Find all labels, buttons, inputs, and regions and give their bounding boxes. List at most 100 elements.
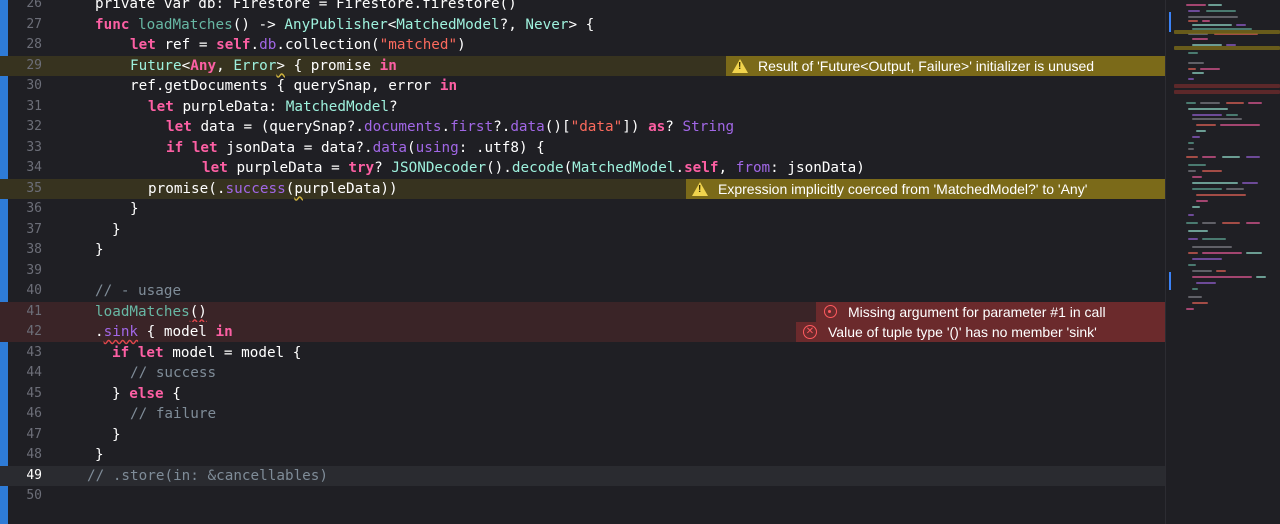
code-text[interactable]: loadMatches() <box>95 302 207 322</box>
code-line[interactable]: 28 let ref = self.db.collection("matched"… <box>0 35 1165 55</box>
code-line[interactable]: 32 let data = (querySnap?.documents.first… <box>0 117 1165 137</box>
code-text[interactable]: let data = (querySnap?.documents.first?.… <box>166 117 734 137</box>
code-line[interactable]: 27 func loadMatches() -> AnyPublisher<Mat… <box>0 15 1165 35</box>
line-number[interactable]: 31 <box>0 97 42 117</box>
line-number[interactable]: 26 <box>0 0 42 14</box>
minimap-line <box>1202 238 1226 240</box>
line-number[interactable]: 40 <box>0 281 42 301</box>
code-line[interactable]: 29 Future<Any, Error> { promise in Result … <box>0 55 1165 76</box>
warning-annotation[interactable]: Result of 'Future<Output, Failure>' init… <box>726 55 1165 76</box>
error-annotation[interactable]: ✕ Value of tuple type '()' has no member … <box>796 322 1165 342</box>
line-number[interactable]: 29 <box>0 56 42 76</box>
code-text[interactable]: if let jsonData = data?.data(using: .utf… <box>166 138 545 158</box>
error-x-icon[interactable]: ✕ <box>796 322 824 342</box>
code-token: < <box>387 16 397 33</box>
line-number[interactable]: 35 <box>0 179 42 199</box>
minimap[interactable] <box>1165 0 1280 524</box>
code-text[interactable]: // - usage <box>95 281 181 301</box>
line-number[interactable]: 47 <box>0 425 42 445</box>
code-token: first <box>450 119 494 135</box>
line-number[interactable]: 41 <box>0 302 42 322</box>
code-text[interactable]: Future<Any, Error> { promise in <box>130 56 397 76</box>
code-token: ( <box>407 139 416 156</box>
line-number[interactable]: 27 <box>0 15 42 35</box>
line-number[interactable]: 28 <box>0 35 42 55</box>
minimap-diagnostic-band <box>1174 90 1280 94</box>
code-line[interactable]: 41 loadMatches() Missing argument for para… <box>0 301 1165 322</box>
code-line[interactable]: 36} <box>0 199 1165 219</box>
minimap-line <box>1188 230 1208 232</box>
line-number[interactable]: 50 <box>0 486 42 506</box>
code-line[interactable]: 40 // - usage <box>0 281 1165 301</box>
error-annotation[interactable]: Missing argument for parameter #1 in cal… <box>816 301 1165 322</box>
code-line[interactable]: 42 .sink { model in ✕ Value of tuple type '… <box>0 322 1165 342</box>
source-editor[interactable]: 26 private var db: Firestore = Firestore.… <box>0 0 1165 524</box>
code-text[interactable]: // failure <box>130 404 216 424</box>
code-text[interactable]: let ref = self.db.collection("matched") <box>130 35 466 55</box>
code-token: .collection( <box>276 37 380 53</box>
line-number[interactable]: 46 <box>0 404 42 424</box>
code-line[interactable]: 44 // success <box>0 363 1165 383</box>
code-line[interactable]: 37} <box>0 220 1165 240</box>
line-number[interactable]: 42 <box>0 322 42 342</box>
code-line[interactable]: 34 let purpleData = try? JSONDecoder().de… <box>0 158 1165 178</box>
code-line[interactable]: 38} <box>0 240 1165 260</box>
code-token: AnyPublisher <box>284 16 388 33</box>
code-text[interactable]: } <box>112 220 121 240</box>
code-text[interactable]: } <box>112 425 121 445</box>
code-token: p <box>294 180 303 197</box>
warning-icon[interactable] <box>726 56 754 76</box>
code-line[interactable]: 48} <box>0 445 1165 465</box>
code-line[interactable]: 31 let purpleData: MatchedModel? <box>0 97 1165 117</box>
code-text[interactable]: } <box>95 240 104 260</box>
code-text[interactable]: let purpleData = try? JSONDecoder().deco… <box>202 158 865 178</box>
code-text[interactable]: promise(.success(purpleData)) <box>148 179 398 199</box>
minimap-change-marker <box>1169 272 1171 290</box>
minimap-line <box>1226 114 1238 116</box>
line-number[interactable]: 32 <box>0 117 42 137</box>
line-number[interactable]: 45 <box>0 384 42 404</box>
code-text[interactable]: let purpleData: MatchedModel? <box>148 97 398 117</box>
line-number[interactable]: 33 <box>0 138 42 158</box>
code-line[interactable]: 50 <box>0 486 1165 506</box>
line-number[interactable]: 39 <box>0 261 42 281</box>
minimap-line <box>1192 188 1222 190</box>
code-text[interactable]: } <box>130 199 139 219</box>
line-number[interactable]: 38 <box>0 240 42 260</box>
code-line[interactable]: 46 // failure <box>0 404 1165 424</box>
line-number[interactable]: 44 <box>0 363 42 383</box>
code-text[interactable]: } <box>95 445 104 465</box>
code-token: else <box>129 385 164 402</box>
minimap-line <box>1202 252 1242 254</box>
code-line[interactable]: 47} <box>0 425 1165 445</box>
code-line[interactable]: 35 promise(.success(purpleData)) Expressio… <box>0 178 1165 199</box>
code-text[interactable]: func loadMatches() -> AnyPublisher<Match… <box>95 15 594 35</box>
line-number[interactable]: 49 <box>0 466 42 486</box>
code-token: in <box>379 57 397 74</box>
warning-icon[interactable] <box>686 179 714 199</box>
line-number[interactable]: 37 <box>0 220 42 240</box>
code-line[interactable]: 26 private var db: Firestore = Firestore.… <box>0 0 1165 14</box>
minimap-line <box>1188 164 1206 166</box>
code-line[interactable]: 39 <box>0 261 1165 281</box>
code-text[interactable]: private var db: Firestore = Firestore.fi… <box>95 0 517 14</box>
code-text[interactable]: .sink { model in <box>95 322 233 342</box>
code-text[interactable]: ref.getDocuments { querySnap, error in <box>130 76 457 96</box>
line-number[interactable]: 48 <box>0 445 42 465</box>
code-token: } <box>95 447 104 463</box>
warning-annotation[interactable]: Expression implicitly coerced from 'Matc… <box>686 178 1165 199</box>
code-line[interactable]: 30 ref.getDocuments { querySnap, error in <box>0 76 1165 96</box>
error-circle-icon[interactable] <box>816 302 844 322</box>
code-line[interactable]: 49 // .store(in: &cancellables) <box>0 465 1165 486</box>
code-line[interactable]: 45 } else { <box>0 384 1165 404</box>
line-number[interactable]: 36 <box>0 199 42 219</box>
line-number[interactable]: 30 <box>0 76 42 96</box>
code-text[interactable]: } else { <box>112 384 181 404</box>
code-line[interactable]: 43 if let model = model { <box>0 343 1165 363</box>
line-number[interactable]: 34 <box>0 158 42 178</box>
code-text[interactable]: if let model = model { <box>112 343 301 363</box>
code-text[interactable]: // .store(in: &cancellables) <box>87 466 328 486</box>
code-text[interactable]: // success <box>130 363 216 383</box>
code-line[interactable]: 33 if let jsonData = data?.data(using: .u… <box>0 138 1165 158</box>
line-number[interactable]: 43 <box>0 343 42 363</box>
